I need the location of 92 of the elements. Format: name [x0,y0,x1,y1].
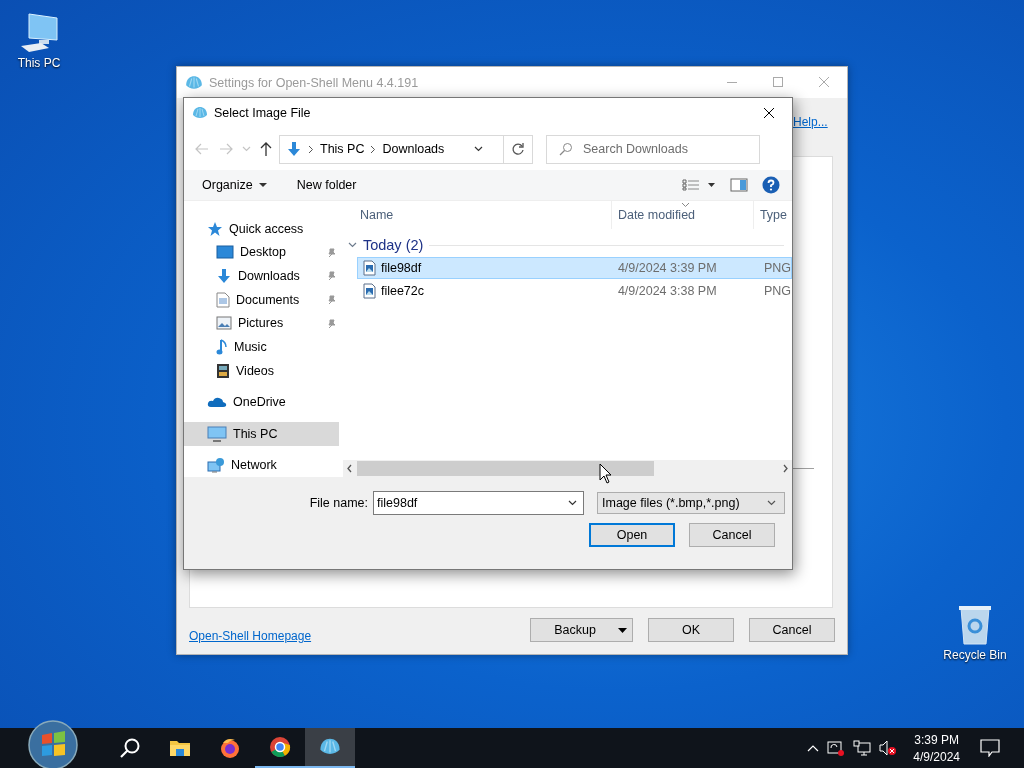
file-date: 4/9/2024 3:38 PM [617,284,717,298]
cloud-icon [207,396,227,409]
file-name: filee72c [380,284,424,298]
nav-item[interactable]: OneDrive [184,390,339,414]
mouse-pointer-icon [599,463,612,484]
nav-item[interactable]: Downloads [184,264,339,288]
nav-item[interactable]: This PC [184,421,339,446]
up-arrow-icon[interactable] [259,141,273,157]
star-icon [207,220,223,237]
document-icon [216,291,230,308]
search-box[interactable]: Search Downloads [546,134,760,164]
dropdown-chevron-icon [568,500,577,506]
sync-status-icon[interactable] [827,739,846,757]
organize-menu-button[interactable]: Organize [202,178,267,192]
file-name-field[interactable]: file98df [377,496,547,510]
file-row[interactable]: filee72c 4/9/2024 3:38 PM PNG [356,280,792,302]
dialog-button[interactable]: Cancel [689,523,775,547]
breadcrumb-item[interactable]: This PC [320,142,365,156]
search-icon [559,142,573,156]
pin-icon[interactable] [326,271,336,282]
network-icon [207,457,225,474]
nav-item[interactable]: Desktop [184,240,339,265]
new-folder-button[interactable]: New folder [296,178,357,192]
desktop-icon [216,245,234,260]
nav-item[interactable]: Network [184,453,339,478]
dialog-title: Select Image File [214,106,312,120]
dropdown-arrow-icon [617,627,627,633]
nav-item[interactable]: Music [184,335,339,359]
file-row[interactable]: file98df 4/9/2024 3:39 PM PNG [356,257,792,279]
homepage-link[interactable]: Open-Shell Homepage [189,629,515,643]
breadcrumb-item[interactable]: Downloads [382,142,445,156]
nav-item[interactable]: Documents [184,287,339,312]
horizontal-scrollbar[interactable] [342,460,792,477]
clock[interactable]: 3:39 PM 4/9/2024 [913,732,960,764]
taskbar-button[interactable] [305,728,355,768]
help-link[interactable]: Help... [793,115,828,129]
backup-split-button[interactable]: Backup [530,618,633,642]
pin-icon[interactable] [326,247,336,258]
shell-icon [185,73,203,92]
recent-locations-icon [242,146,251,152]
download-icon [216,268,232,285]
dialog-button[interactable]: Cancel [749,618,835,642]
search-field[interactable]: Search Downloads [583,142,723,156]
address-bar[interactable]: This PC Downloads [279,134,533,164]
view-options-icon[interactable] [682,179,716,191]
music-note-icon [216,338,228,356]
chevron-right-icon [370,144,377,154]
file-type: PNG [763,284,791,298]
picture-icon [216,316,232,331]
nav-item[interactable]: Quick access [184,217,339,241]
pin-icon[interactable] [326,294,336,305]
folder-icon[interactable] [169,738,191,758]
dropdown-chevron-icon [474,146,483,152]
nav-item[interactable]: Videos [184,358,339,383]
preview-pane-icon[interactable] [730,178,748,192]
desktop-icon-label: Recycle Bin [943,648,1007,662]
browser-circle-icon[interactable] [269,736,291,758]
dropdown-chevron-icon [767,500,776,506]
fox-globe-icon[interactable] [219,737,241,759]
column-header[interactable]: Name [359,208,394,222]
search-icon[interactable] [119,737,141,759]
file-type: PNG [763,261,791,275]
chevron-up-icon[interactable] [807,744,820,752]
file-name: file98df [380,261,422,275]
help-icon[interactable] [762,176,780,194]
refresh-icon[interactable] [511,142,525,156]
image-file-icon [362,260,376,276]
desktop-icon-label: This PC [17,56,61,70]
sort-indicator-icon [681,203,689,207]
image-file-icon [362,283,376,299]
nav-item[interactable]: Pictures [184,311,339,336]
dropdown-arrow-icon [258,183,267,187]
file-type-dropdown[interactable]: Image files (*.bmp,*.png) [597,492,785,514]
pin-icon[interactable] [326,318,336,329]
film-icon [216,362,230,379]
dialog-button[interactable]: Open [589,523,675,547]
shell-icon [192,105,208,121]
network-icon[interactable] [853,740,872,756]
file-name-label: File name: [308,496,368,510]
collapse-chevron-icon [347,242,357,248]
group-header[interactable]: Today (2) [362,237,424,253]
download-icon [286,140,302,158]
computer-icon [207,425,227,442]
file-date: 4/9/2024 3:39 PM [617,261,717,275]
file-name-box[interactable]: file98df [373,491,584,515]
chevron-right-icon [308,144,314,154]
muted-speaker-icon[interactable] [879,740,898,756]
dialog-button[interactable]: OK [648,618,734,642]
column-header[interactable]: Date modified [617,208,696,222]
notifications-icon[interactable] [980,739,1000,757]
column-header[interactable]: Type [759,208,787,222]
window-title: Settings for Open-Shell Menu 4.4.191 [209,75,420,90]
